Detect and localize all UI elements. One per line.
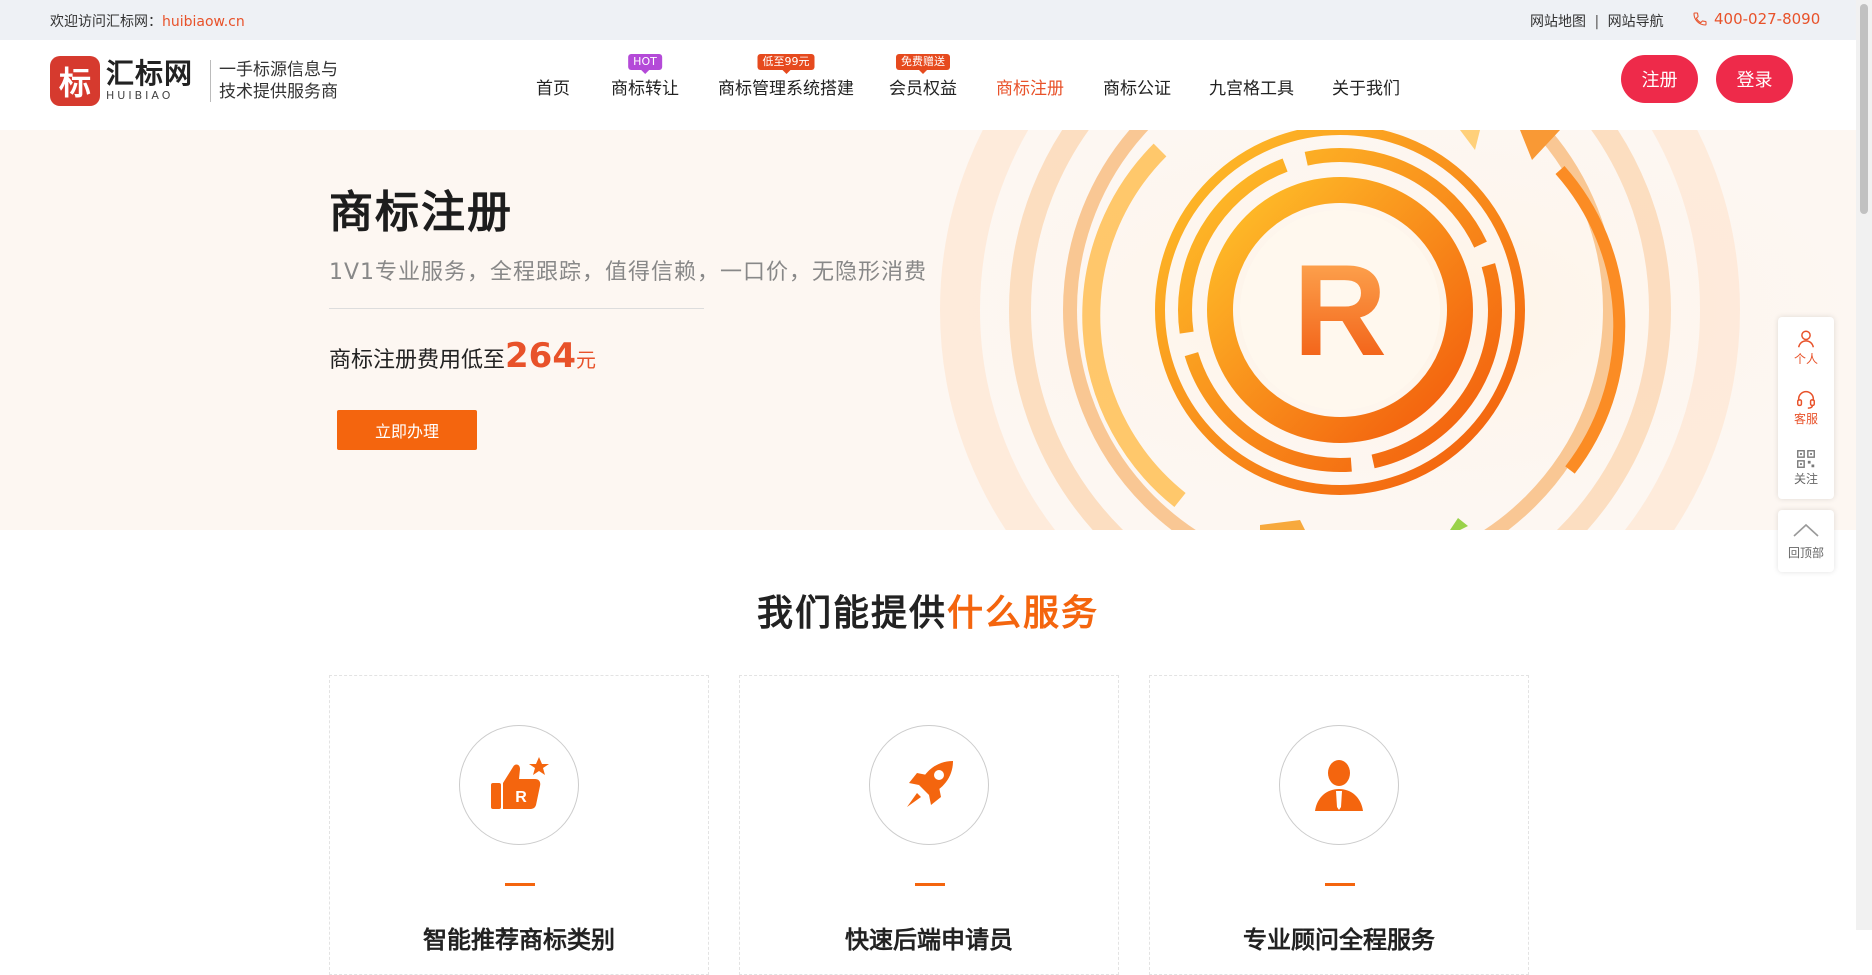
nav-home[interactable]: 首页 — [536, 74, 570, 99]
nav-trademark-notary[interactable]: 商标公证 — [1103, 74, 1171, 99]
phone-number: 400-027-8090 — [1714, 10, 1821, 28]
site-header: 标 汇标网 HUIBIAO 一手标源信息与 技术提供服务商 首页 HOT 商标转… — [0, 40, 1856, 130]
login-button[interactable]: 登录 — [1716, 55, 1793, 103]
services-title: 我们能提供什么服务 — [0, 584, 1856, 636]
nav-transfer-label: 商标转让 — [611, 79, 679, 99]
hot-badge: HOT — [628, 54, 662, 74]
top-links: 网站地图 | 网站导航 — [1530, 11, 1664, 31]
nav-management-label: 商标管理系统搭建 — [718, 79, 854, 99]
service-card-title: 快速后端申请员 — [845, 926, 1013, 954]
nav-grid-label: 九宫格工具 — [1209, 79, 1294, 99]
service-card-title: 专业顾问全程服务 — [1243, 926, 1435, 954]
nav-register-label: 商标注册 — [996, 79, 1064, 99]
welcome-label: 欢迎访问汇标网： — [50, 14, 162, 30]
gift-badge: 免费赠送 — [896, 54, 950, 74]
qrcode-icon — [1797, 449, 1815, 468]
nav-about[interactable]: 关于我们 — [1332, 74, 1400, 99]
service-divider — [505, 883, 535, 886]
service-divider — [1325, 883, 1355, 886]
service-icon-circle — [869, 725, 989, 845]
rocket-icon — [907, 761, 953, 807]
service-card[interactable]: 专业顾问全程服务 — [1149, 675, 1529, 975]
nav-member-benefits[interactable]: 免费赠送 会员权益 — [889, 54, 957, 99]
customer-service-tool[interactable]: 客服 — [1778, 377, 1834, 437]
nav-management-system[interactable]: 低至99元 商标管理系统搭建 — [718, 54, 854, 99]
service-card[interactable]: R 智能推荐商标类别 — [329, 675, 709, 975]
service-label: 客服 — [1793, 411, 1818, 426]
hero-title: 商标注册 — [329, 187, 513, 238]
apply-now-button[interactable]: 立即办理 — [337, 410, 477, 450]
follow-label: 关注 — [1793, 471, 1818, 486]
nav-home-label: 首页 — [536, 79, 570, 99]
phone-contact[interactable]: 400-027-8090 — [1692, 10, 1820, 28]
main-nav: 首页 HOT 商标转让 低至99元 商标管理系统搭建 免费赠送 会员权益 商标注… — [0, 40, 1856, 130]
svg-text:R: R — [515, 789, 527, 806]
hero-banner: R 商标注册 1V1专业服务，全程跟踪，值得信赖，一口价，无隐形消费 商标注册费… — [0, 130, 1856, 530]
service-icon-circle: R — [459, 725, 579, 845]
thumbs-up-icon: R — [491, 757, 549, 809]
price-badge: 低至99元 — [757, 54, 815, 74]
site-nav-link[interactable]: 网站导航 — [1608, 14, 1664, 30]
nav-trademark-register[interactable]: 商标注册 — [996, 74, 1064, 99]
nav-trademark-transfer[interactable]: HOT 商标转让 — [611, 54, 679, 99]
back-top-label: 回顶部 — [1787, 545, 1824, 560]
personal-tool[interactable]: 个人 — [1778, 317, 1834, 377]
personal-label: 个人 — [1793, 351, 1818, 366]
hero-price: 商标注册费用低至264元 — [329, 336, 596, 376]
nav-about-label: 关于我们 — [1332, 79, 1400, 99]
scrollbar-thumb[interactable] — [1860, 4, 1868, 214]
services-title-prefix: 我们能提供 — [756, 593, 947, 634]
link-separator: | — [1594, 14, 1600, 30]
service-card[interactable]: 快速后端申请员 — [739, 675, 1119, 975]
nav-grid-tool[interactable]: 九宫格工具 — [1209, 74, 1294, 99]
side-toolbar: 个人 客服 关注 — [1778, 317, 1834, 499]
price-value: 264 — [505, 336, 576, 376]
back-to-top-button[interactable]: 回顶部 — [1778, 510, 1834, 572]
user-icon — [1797, 329, 1815, 347]
nav-member-label: 会员权益 — [889, 79, 957, 99]
price-prefix: 商标注册费用低至 — [329, 348, 506, 373]
nav-notary-label: 商标公证 — [1103, 79, 1171, 99]
registered-trademark-emblem: R — [920, 130, 1856, 530]
top-bar: 欢迎访问汇标网：huibiaow.cn 网站地图 | 网站导航 400-027-… — [0, 0, 1856, 40]
site-domain[interactable]: huibiaow.cn — [162, 14, 245, 30]
hero-divider — [329, 308, 704, 309]
follow-tool[interactable]: 关注 — [1778, 437, 1834, 497]
chevron-up-icon — [1793, 523, 1819, 537]
emblem-letter: R — [1293, 237, 1387, 383]
service-card-title: 智能推荐商标类别 — [423, 926, 615, 954]
page-scrollbar[interactable] — [1856, 0, 1872, 930]
welcome-text: 欢迎访问汇标网：huibiaow.cn — [50, 11, 245, 31]
consultant-icon — [1315, 760, 1363, 811]
hero-subtitle: 1V1专业服务，全程跟踪，值得信赖，一口价，无隐形消费 — [329, 260, 928, 285]
register-button[interactable]: 注册 — [1621, 55, 1698, 103]
price-unit: 元 — [576, 348, 596, 372]
service-divider — [915, 883, 945, 886]
services-title-highlight: 什么服务 — [947, 593, 1100, 634]
sitemap-link[interactable]: 网站地图 — [1530, 14, 1586, 30]
phone-icon — [1693, 12, 1707, 26]
headset-icon — [1797, 390, 1815, 409]
service-icon-circle — [1279, 725, 1399, 845]
